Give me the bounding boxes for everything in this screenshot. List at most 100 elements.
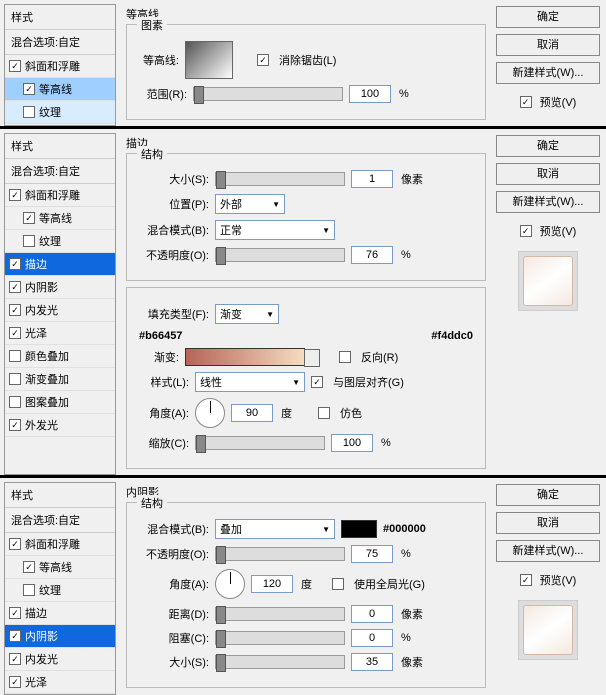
- item-texture[interactable]: 纹理: [5, 230, 115, 253]
- checkbox-icon[interactable]: [9, 304, 21, 316]
- item-contour[interactable]: 等高线: [5, 556, 115, 579]
- size-slider[interactable]: [215, 172, 345, 186]
- blend-select[interactable]: 叠加▼: [215, 519, 335, 539]
- angle-input[interactable]: 120: [251, 575, 293, 593]
- item-texture[interactable]: 纹理: [5, 579, 115, 602]
- dist-slider[interactable]: [215, 607, 345, 621]
- ok-button[interactable]: 确定: [496, 6, 600, 28]
- pos-label: 位置(P):: [139, 196, 209, 212]
- checkbox-icon[interactable]: [9, 653, 21, 665]
- checkbox-icon[interactable]: [9, 396, 21, 408]
- checkbox-icon[interactable]: [9, 419, 21, 431]
- angle-dial[interactable]: [195, 398, 225, 428]
- range-label: 范围(R):: [139, 86, 187, 102]
- choke-slider[interactable]: [215, 631, 345, 645]
- range-input[interactable]: 100: [349, 85, 391, 103]
- size-input[interactable]: 35: [351, 653, 393, 671]
- color-picker[interactable]: [341, 520, 377, 538]
- dist-input[interactable]: 0: [351, 605, 393, 623]
- unit-deg: 度: [281, 405, 292, 421]
- antialias-checkbox[interactable]: [257, 54, 269, 66]
- style-select[interactable]: 线性▼: [195, 372, 305, 392]
- range-slider[interactable]: .p1s::after{left:148px}: [193, 87, 343, 101]
- item-stroke[interactable]: 描边: [5, 253, 115, 276]
- item-contour[interactable]: 等高线: [5, 207, 115, 230]
- item-inner-shadow[interactable]: 内阴影: [5, 276, 115, 299]
- checkbox-icon[interactable]: [9, 258, 21, 270]
- checkbox-icon[interactable]: [23, 235, 35, 247]
- checkbox-icon[interactable]: [23, 561, 35, 573]
- preview-checkbox[interactable]: [520, 96, 532, 108]
- unit-pct: %: [381, 437, 391, 449]
- item-satin[interactable]: 光泽: [5, 322, 115, 345]
- item-color-overlay[interactable]: 颜色叠加: [5, 345, 115, 368]
- fieldset-label: 图素: [137, 17, 167, 33]
- align-checkbox[interactable]: [311, 376, 323, 388]
- opacity-input[interactable]: 75: [351, 545, 393, 563]
- cancel-button[interactable]: 取消: [496, 512, 600, 534]
- item-satin[interactable]: 光泽: [5, 671, 115, 694]
- pos-select[interactable]: 外部▼: [215, 194, 285, 214]
- checkbox-icon[interactable]: [9, 327, 21, 339]
- blend-select[interactable]: 正常▼: [215, 220, 335, 240]
- item-bevel[interactable]: 斜面和浮雕: [5, 533, 115, 556]
- opacity-input[interactable]: 76: [351, 246, 393, 264]
- new-style-button[interactable]: 新建样式(W)...: [496, 191, 600, 213]
- item-outer-glow[interactable]: 外发光: [5, 414, 115, 437]
- item-texture[interactable]: 纹理: [5, 101, 115, 124]
- dither-checkbox[interactable]: [318, 407, 330, 419]
- checkbox-icon[interactable]: [9, 373, 21, 385]
- checkbox-icon[interactable]: [23, 212, 35, 224]
- checkbox-icon[interactable]: [9, 281, 21, 293]
- checkbox-icon[interactable]: [23, 584, 35, 596]
- global-checkbox[interactable]: [332, 578, 344, 590]
- angle-label: 角度(A):: [139, 576, 209, 592]
- item-grad-overlay[interactable]: 渐变叠加: [5, 368, 115, 391]
- size-input[interactable]: 1: [351, 170, 393, 188]
- section-title: 等高线: [126, 6, 486, 22]
- item-bevel[interactable]: 斜面和浮雕: [5, 55, 115, 78]
- ok-button[interactable]: 确定: [496, 135, 600, 157]
- checkbox-icon[interactable]: [9, 538, 21, 550]
- blend-label: 混合模式(B):: [139, 222, 209, 238]
- checkbox-icon[interactable]: [9, 676, 21, 688]
- opacity-slider[interactable]: [215, 547, 345, 561]
- checkbox-icon[interactable]: [9, 607, 21, 619]
- reverse-checkbox[interactable]: [339, 351, 351, 363]
- sidebar-title: 样式: [5, 5, 115, 30]
- item-bevel[interactable]: 斜面和浮雕: [5, 184, 115, 207]
- item-pattern-overlay[interactable]: 图案叠加: [5, 391, 115, 414]
- grad-label: 渐变:: [139, 349, 179, 365]
- checkbox-icon[interactable]: [9, 350, 21, 362]
- unit-px: 像素: [401, 606, 423, 622]
- scale-input[interactable]: 100: [331, 434, 373, 452]
- blending-options[interactable]: 混合选项:自定: [5, 159, 115, 184]
- checkbox-icon[interactable]: [9, 189, 21, 201]
- size-slider[interactable]: [215, 655, 345, 669]
- scale-slider[interactable]: [195, 436, 325, 450]
- gradient-picker[interactable]: [185, 348, 305, 366]
- item-inner-shadow[interactable]: 内阴影: [5, 625, 115, 648]
- checkbox-icon[interactable]: [23, 83, 35, 95]
- item-inner-glow[interactable]: 内发光: [5, 299, 115, 322]
- checkbox-icon[interactable]: [23, 106, 35, 118]
- item-stroke[interactable]: 描边: [5, 602, 115, 625]
- ok-button[interactable]: 确定: [496, 484, 600, 506]
- new-style-button[interactable]: 新建样式(W)...: [496, 62, 600, 84]
- cancel-button[interactable]: 取消: [496, 34, 600, 56]
- item-inner-glow[interactable]: 内发光: [5, 648, 115, 671]
- angle-dial[interactable]: [215, 569, 245, 599]
- sidebar-title: 样式: [5, 134, 115, 159]
- preview-checkbox[interactable]: [520, 225, 532, 237]
- preview-checkbox[interactable]: [520, 574, 532, 586]
- angle-input[interactable]: 90: [231, 404, 273, 422]
- opacity-slider[interactable]: [215, 248, 345, 262]
- contour-picker[interactable]: [185, 41, 233, 79]
- blending-options[interactable]: 混合选项:自定: [5, 508, 115, 533]
- fill-select[interactable]: 渐变▼: [215, 304, 279, 324]
- item-contour[interactable]: 等高线: [5, 78, 115, 101]
- checkbox-icon[interactable]: [9, 60, 21, 72]
- new-style-button[interactable]: 新建样式(W)...: [496, 540, 600, 562]
- cancel-button[interactable]: 取消: [496, 163, 600, 185]
- blending-options[interactable]: 混合选项:自定: [5, 30, 115, 55]
